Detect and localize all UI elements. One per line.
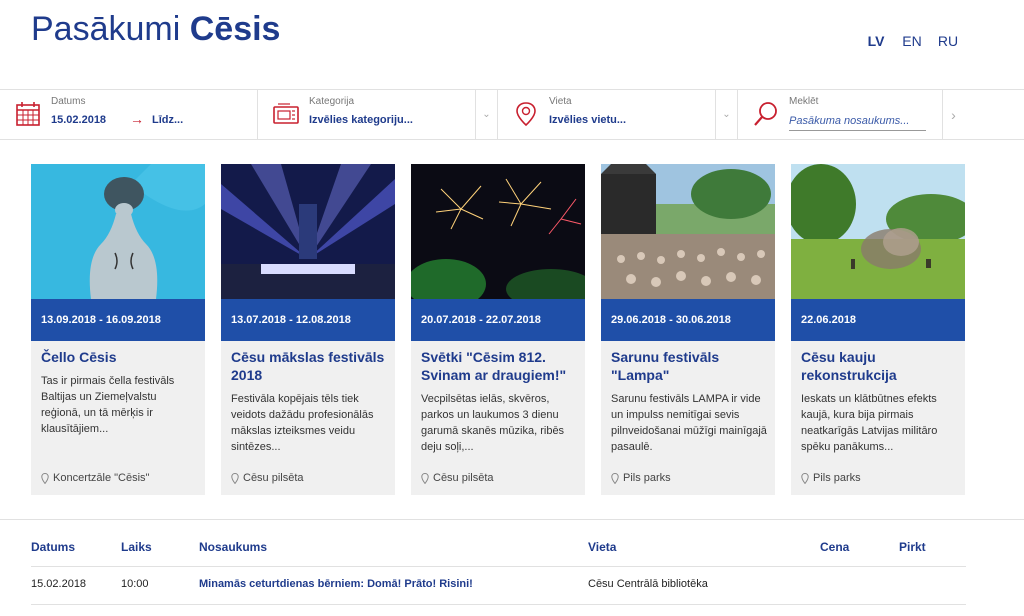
map-pin-icon	[41, 472, 49, 484]
event-card[interactable]: 13.09.2018 - 16.09.2018 Čello Cēsis Tas …	[31, 164, 205, 495]
event-card[interactable]: 29.06.2018 - 30.06.2018 Sarunu festivāls…	[601, 164, 775, 495]
place-filter[interactable]: Vieta Izvēlies vietu... ⌄	[498, 90, 738, 139]
event-image[interactable]	[411, 164, 585, 299]
chevron-down-icon[interactable]: ⌄	[475, 90, 497, 139]
event-description: Ieskats un klātbūtnes efekts kaujā, kura…	[801, 393, 938, 453]
map-pin-icon	[611, 472, 619, 484]
language-switcher: LV EN RU	[858, 33, 966, 49]
search-filter: Meklēt	[738, 90, 942, 139]
column-header-price[interactable]: Cena	[820, 540, 849, 554]
row-event-link[interactable]: Minamās ceturtdienas bērniem: Domā! Prāt…	[199, 578, 473, 590]
site-header: Pasākumi Cēsis LV EN RU	[0, 0, 1024, 90]
event-date: 29.06.2018 - 30.06.2018	[601, 299, 775, 341]
map-pin-icon	[231, 472, 239, 484]
event-date: 13.07.2018 - 12.08.2018	[221, 299, 395, 341]
event-title[interactable]: Cēsu kauju rekonstrukcija	[801, 348, 961, 384]
lang-en[interactable]: EN	[894, 33, 930, 49]
event-place-label: Pils parks	[623, 472, 671, 484]
event-date: 20.07.2018 - 22.07.2018	[411, 299, 585, 341]
row-time: 10:00	[121, 578, 149, 590]
row-date: 15.02.2018	[31, 578, 87, 590]
map-pin-icon	[421, 472, 429, 484]
event-image[interactable]	[221, 164, 395, 299]
date-filter-label: Datums	[51, 96, 86, 107]
category-select-value[interactable]: Izvēlies kategoriju...	[309, 114, 413, 126]
place-select-value[interactable]: Izvēlies vietu...	[549, 114, 626, 126]
column-header-name[interactable]: Nosaukums	[199, 540, 267, 554]
date-filter[interactable]: Datums 15.02.2018 → Līdz...	[0, 90, 258, 139]
category-filter[interactable]: Kategorija Izvēlies kategoriju... ⌄	[258, 90, 498, 139]
event-place-label: Koncertzāle "Cēsis"	[53, 472, 150, 484]
event-place: Cēsu pilsēta	[421, 472, 494, 484]
table-row-divider	[31, 604, 966, 605]
event-date: 22.06.2018	[791, 299, 965, 341]
event-title[interactable]: Cēsu mākslas festivāls 2018	[231, 348, 391, 384]
event-place-label: Pils parks	[813, 472, 861, 484]
event-card[interactable]: 20.07.2018 - 22.07.2018 Svētki "Cēsim 81…	[411, 164, 585, 495]
event-cards: 13.09.2018 - 16.09.2018 Čello Cēsis Tas …	[31, 164, 966, 495]
column-header-date[interactable]: Datums	[31, 540, 75, 554]
column-header-place[interactable]: Vieta	[588, 540, 616, 554]
logo-text-light: Pasākumi	[31, 10, 181, 48]
ticket-icon	[273, 103, 299, 124]
search-icon	[754, 102, 777, 126]
site-logo[interactable]: Pasākumi Cēsis	[31, 10, 280, 49]
event-description: Tas ir pirmais čella festivāls Baltijas …	[41, 375, 175, 435]
event-place: Koncertzāle "Cēsis"	[41, 472, 149, 484]
event-card[interactable]: 22.06.2018 Cēsu kauju rekonstrukcija Ies…	[791, 164, 965, 495]
date-from-value[interactable]: 15.02.2018	[51, 114, 106, 126]
event-title[interactable]: Svētki "Cēsim 812. Svinam ar draugiem!"	[421, 348, 581, 384]
chevron-down-icon[interactable]: ⌄	[715, 90, 737, 139]
event-image[interactable]	[31, 164, 205, 299]
event-image[interactable]	[601, 164, 775, 299]
category-filter-label: Kategorija	[309, 96, 355, 107]
row-place: Cēsu Centrālā bibliotēka	[588, 578, 708, 590]
section-divider	[0, 519, 1024, 520]
event-date: 13.09.2018 - 16.09.2018	[31, 299, 205, 341]
column-header-buy: Pirkt	[899, 540, 926, 554]
place-filter-label: Vieta	[549, 96, 572, 107]
lang-lv[interactable]: LV	[858, 33, 894, 49]
calendar-icon	[16, 102, 40, 126]
event-card[interactable]: 13.07.2018 - 12.08.2018 Cēsu mākslas fes…	[221, 164, 395, 495]
date-to-value[interactable]: Līdz...	[152, 114, 183, 126]
arrow-right-icon: →	[130, 111, 144, 127]
event-description: Sarunu festivāls LAMPA ir vide un impuls…	[611, 393, 767, 453]
event-place: Pils parks	[801, 472, 861, 484]
event-place: Pils parks	[611, 472, 671, 484]
table-row-divider	[31, 566, 966, 567]
event-description: Festivāla kopējais tēls tiek veidots daž…	[231, 393, 374, 453]
event-title[interactable]: Čello Cēsis	[41, 348, 201, 366]
event-image[interactable]	[791, 164, 965, 299]
lang-ru[interactable]: RU	[930, 33, 966, 49]
map-pin-icon	[516, 102, 536, 127]
logo-text-bold: Cēsis	[189, 10, 281, 48]
map-pin-icon	[801, 472, 809, 484]
event-place: Cēsu pilsēta	[231, 472, 304, 484]
filter-bar: Datums 15.02.2018 → Līdz... Kategorija I…	[0, 89, 1024, 140]
event-description: Vecpilsētas ielās, skvēros, parkos un la…	[421, 393, 565, 453]
chevron-right-icon[interactable]: ›	[942, 90, 964, 139]
event-place-label: Cēsu pilsēta	[433, 472, 494, 484]
search-label: Meklēt	[789, 96, 819, 107]
event-place-label: Cēsu pilsēta	[243, 472, 304, 484]
search-input[interactable]	[789, 112, 926, 131]
column-header-time[interactable]: Laiks	[121, 540, 152, 554]
event-title[interactable]: Sarunu festivāls "Lampa"	[611, 348, 771, 384]
